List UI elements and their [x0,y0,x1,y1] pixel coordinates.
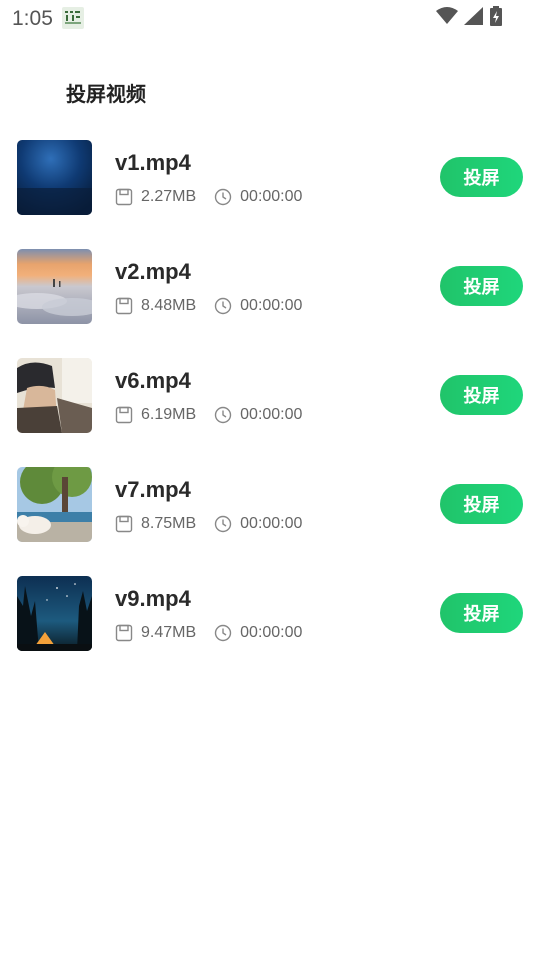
clock-icon [214,406,232,424]
clock-icon [214,624,232,642]
clock-icon [214,297,232,315]
save-disk-icon [115,297,133,315]
starry-night-tent-thumbnail [17,576,92,651]
video-file-size: 8.48MB [141,297,197,314]
sunset-over-clouds-thumbnail [17,249,92,324]
cast-button[interactable]: 投屏 [440,593,523,633]
app-notification-icon [62,7,84,29]
video-file-name: v1.mp4 [115,150,191,175]
cast-button[interactable]: 投屏 [440,484,523,524]
wifi-icon [436,6,458,30]
video-meta: 9.47MB 00:00:00 [115,624,302,642]
video-file-size: 6.19MB [141,406,197,423]
video-duration: 00:00:00 [240,297,303,314]
video-file-size: 2.27MB [141,188,197,205]
save-disk-icon [115,515,133,533]
video-list: v1.mp4 2.27MB 00:00:00 投屏 v2.mp4 8.48MB … [0,130,540,675]
video-meta: 2.27MB 00:00:00 [115,188,302,206]
video-list-item[interactable]: v2.mp4 8.48MB 00:00:00 投屏 [0,239,540,348]
video-file-size: 8.75MB [141,515,197,532]
video-file-name: v7.mp4 [115,477,191,502]
video-file-size: 9.47MB [141,624,197,641]
cellular-signal-icon [464,6,484,30]
status-bar: 1:05 [0,0,540,38]
video-duration: 00:00:00 [240,188,303,205]
save-disk-icon [115,406,133,424]
video-meta: 6.19MB 00:00:00 [115,406,302,424]
cast-button[interactable]: 投屏 [440,266,523,306]
video-list-item[interactable]: v7.mp4 8.75MB 00:00:00 投屏 [0,457,540,566]
cast-button[interactable]: 投屏 [440,375,523,415]
video-duration: 00:00:00 [240,624,303,641]
video-duration: 00:00:00 [240,406,303,423]
save-disk-icon [115,188,133,206]
page-title: 投屏视频 [66,82,146,106]
video-list-item[interactable]: v1.mp4 2.27MB 00:00:00 投屏 [0,130,540,239]
video-file-name: v2.mp4 [115,259,191,284]
dog-under-tree-thumbnail [17,467,92,542]
status-time: 1:05 [12,7,53,30]
video-meta: 8.75MB 00:00:00 [115,515,302,533]
cast-button[interactable]: 投屏 [440,157,523,197]
video-file-name: v6.mp4 [115,368,191,393]
video-list-item[interactable]: v6.mp4 6.19MB 00:00:00 投屏 [0,348,540,457]
clock-icon [214,515,232,533]
video-meta: 8.48MB 00:00:00 [115,297,302,315]
video-duration: 00:00:00 [240,515,303,532]
status-icons [436,5,502,31]
save-disk-icon [115,624,133,642]
anime-character-thumbnail [17,358,92,433]
deep-blue-water-thumbnail [17,140,92,215]
video-file-name: v9.mp4 [115,586,191,611]
video-list-item[interactable]: v9.mp4 9.47MB 00:00:00 投屏 [0,566,540,675]
clock-icon [214,188,232,206]
battery-charging-icon [490,5,502,31]
